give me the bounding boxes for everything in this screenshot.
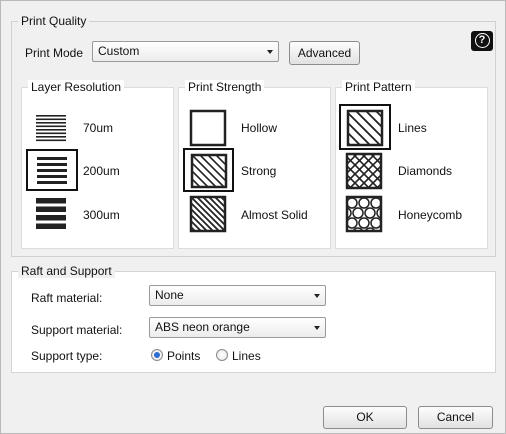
- chevron-down-icon: [314, 326, 320, 330]
- raft-material-label: Raft material:: [31, 291, 103, 305]
- support-type-label: Support type:: [31, 349, 103, 363]
- layer-resolution-option[interactable]: 200um: [83, 164, 120, 178]
- support-material-select[interactable]: ABS neon orange: [149, 317, 326, 338]
- layer-200um-selected-frame[interactable]: [26, 149, 78, 191]
- strong-selected-frame[interactable]: [183, 148, 234, 192]
- raft-material-select[interactable]: None: [149, 285, 326, 306]
- print-pattern-legend: Print Pattern: [342, 80, 415, 94]
- layer-300um-icon[interactable]: [35, 196, 67, 230]
- advanced-button[interactable]: Advanced: [289, 41, 360, 65]
- chevron-down-icon: [314, 294, 320, 298]
- support-type-points-label[interactable]: Points: [167, 349, 200, 363]
- print-pattern-option[interactable]: Lines: [398, 121, 427, 135]
- support-material-label: Support material:: [31, 323, 123, 337]
- print-strength-option[interactable]: Almost Solid: [241, 208, 308, 222]
- lines-pattern-selected-frame[interactable]: [339, 104, 391, 150]
- support-type-lines-radio[interactable]: [216, 349, 228, 361]
- print-strength-legend: Print Strength: [185, 80, 265, 94]
- help-symbol: ?: [474, 33, 490, 48]
- raft-support-legend: Raft and Support: [18, 264, 115, 278]
- support-type-lines-label[interactable]: Lines: [232, 349, 261, 363]
- layer-resolution-legend: Layer Resolution: [28, 80, 125, 94]
- diamonds-pattern-icon[interactable]: [345, 152, 383, 190]
- print-pattern-option[interactable]: Diamonds: [398, 164, 452, 178]
- ok-button[interactable]: OK: [323, 406, 407, 429]
- layer-200um-icon: [37, 157, 67, 184]
- print-strength-option[interactable]: Strong: [241, 164, 276, 178]
- print-pattern-option[interactable]: Honeycomb: [398, 208, 462, 222]
- lines-pattern-icon: [346, 109, 384, 147]
- layer-70um-icon[interactable]: [35, 112, 67, 144]
- print-strength-option[interactable]: Hollow: [241, 121, 277, 135]
- print-quality-legend: Print Quality: [18, 14, 90, 28]
- print-mode-value: Custom: [98, 44, 140, 58]
- honeycomb-pattern-icon[interactable]: [345, 195, 383, 233]
- raft-material-value: None: [155, 288, 184, 302]
- layer-resolution-option[interactable]: 70um: [83, 121, 113, 135]
- print-mode-label: Print Mode: [25, 46, 84, 60]
- support-type-points-radio[interactable]: [151, 349, 163, 361]
- print-settings-dialog: Print Quality Print Mode Custom Advanced…: [0, 0, 506, 434]
- layer-resolution-option[interactable]: 300um: [83, 208, 120, 222]
- chevron-down-icon: [267, 50, 273, 54]
- almost-solid-icon[interactable]: [189, 195, 227, 233]
- hollow-icon[interactable]: [189, 109, 227, 147]
- cancel-button[interactable]: Cancel: [418, 406, 493, 429]
- print-mode-select[interactable]: Custom: [92, 41, 279, 62]
- support-material-value: ABS neon orange: [155, 320, 250, 334]
- help-icon[interactable]: ?: [471, 31, 493, 51]
- strong-hatch-icon: [190, 153, 228, 189]
